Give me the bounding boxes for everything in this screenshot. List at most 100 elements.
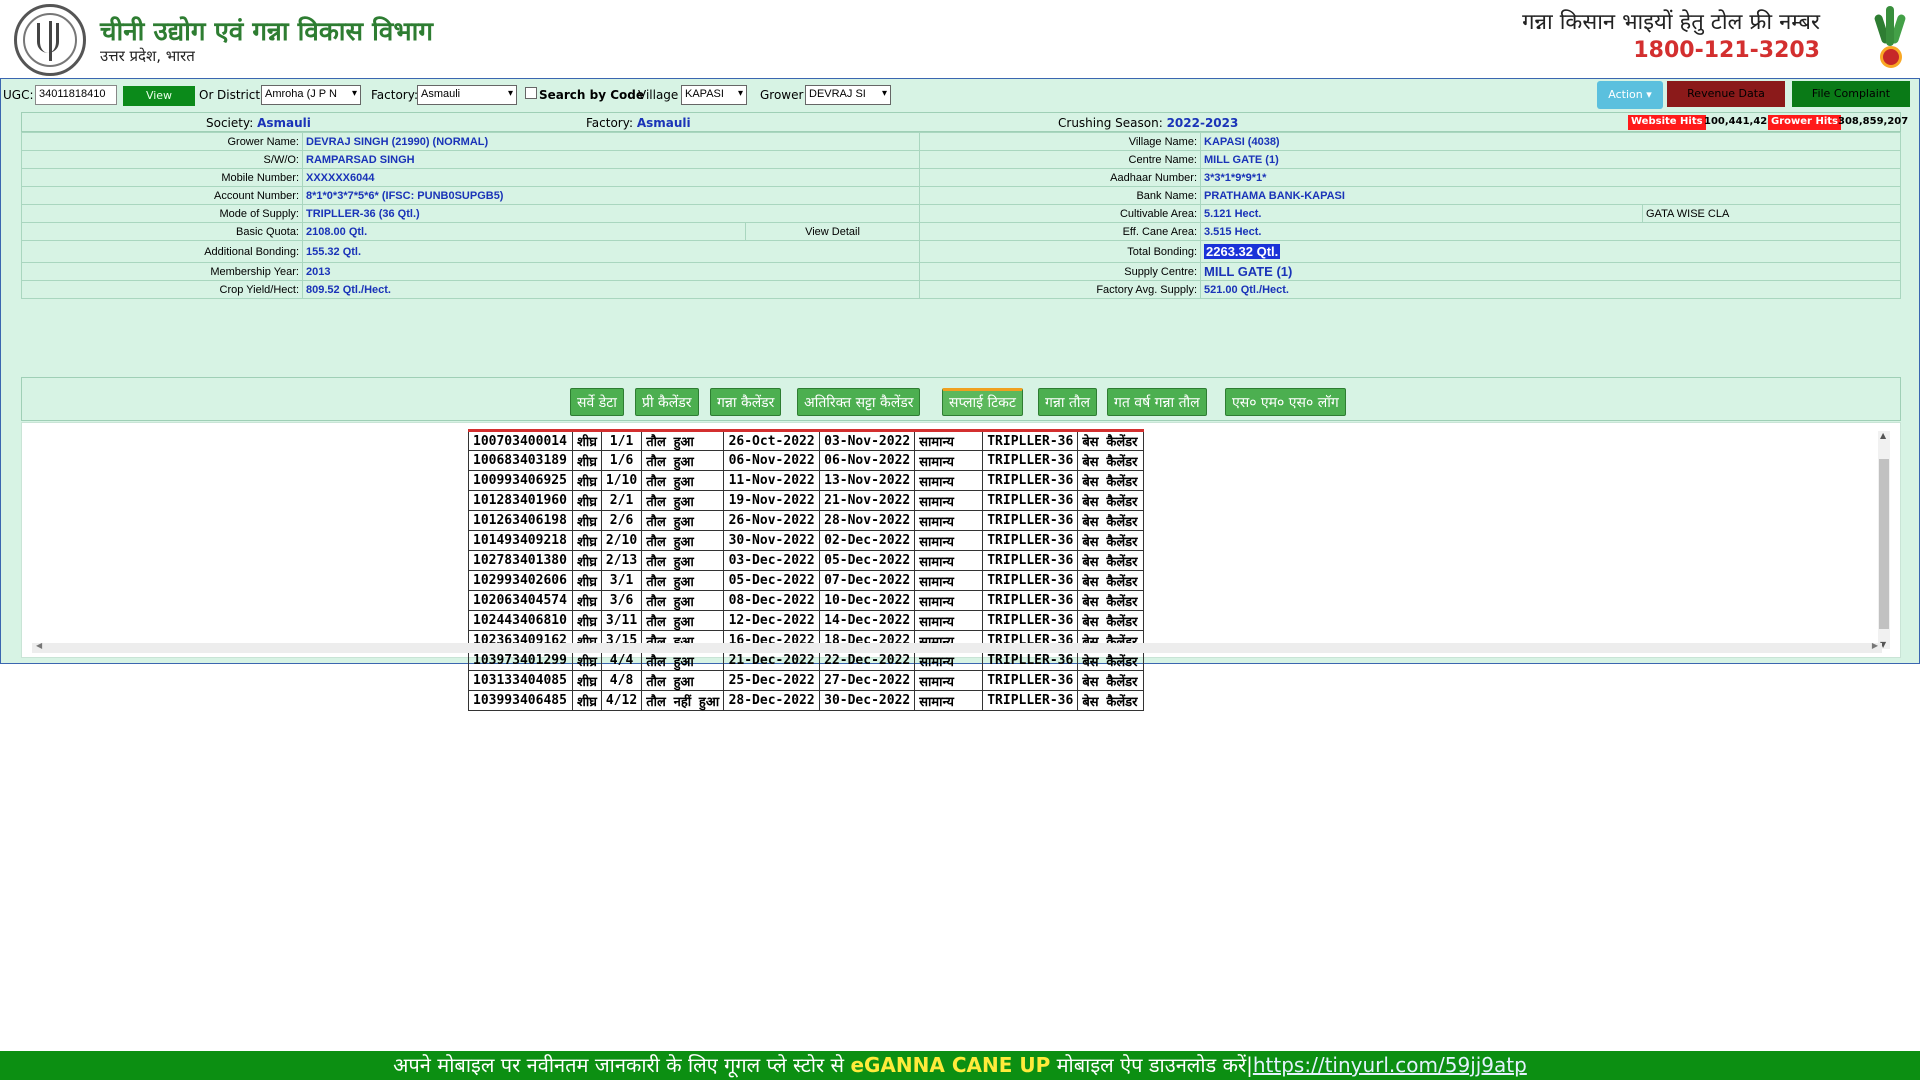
- category-cell: सामान्य: [914, 690, 984, 711]
- issue-date-cell: 25-Dec-2022: [723, 670, 821, 691]
- scrollbar-thumb[interactable]: [1879, 459, 1889, 629]
- footer-banner: अपने मोबाइल पर नवीनतम जानकारी के लिए गूग…: [0, 1051, 1920, 1080]
- village-label: Village: [638, 88, 679, 102]
- calendar-slot-cell: 4/12: [600, 690, 643, 711]
- toll-free-label: गन्ना किसान भाइयों हेतु टोल फ्री नम्बर: [1522, 10, 1820, 35]
- tab-last-year-weighment[interactable]: गत वर्ष गन्ना तौल: [1107, 388, 1207, 416]
- scroll-right-icon[interactable]: ▶: [1872, 641, 1878, 650]
- tab-sms-log[interactable]: एस० एम० एस० लॉग: [1225, 388, 1346, 416]
- tab-supply-ticket[interactable]: सप्लाई टिकट: [942, 388, 1023, 416]
- file-complaint-button[interactable]: File Complaint: [1792, 81, 1910, 107]
- tab-pre-calendar[interactable]: प्री कैलेंडर: [635, 388, 699, 416]
- vertical-scrollbar[interactable]: ▲ ▼: [1878, 431, 1890, 649]
- priority-cell: शीघ्र: [572, 530, 602, 551]
- status-cell: तौल हुआ: [641, 530, 725, 551]
- supply-centre-label: Supply Centre:: [919, 262, 1201, 281]
- total-bonding-value: 2263.32 Qtl.: [1204, 244, 1281, 259]
- table-row: 103133404085 शीघ्र 4/8 तौल हुआ 25-Dec-2022 27…: [468, 670, 1145, 691]
- ticket-number-cell: 102993402606: [468, 570, 573, 591]
- village-name-value: KAPASI (4038): [1200, 132, 1901, 151]
- issue-date-cell: 21-Dec-2022: [723, 650, 821, 671]
- table-row: 101283401960 शीघ्र 2/1 तौल हुआ 19-Nov-2022 21…: [468, 490, 1145, 511]
- main-panel: UGC: 34011818410 View Or District: Amroh…: [0, 78, 1920, 711]
- district-select[interactable]: Amroha (J P N: [261, 85, 361, 105]
- category-cell: सामान्य: [914, 530, 984, 551]
- factory-label: Factory:: [371, 88, 419, 102]
- view-button[interactable]: View: [123, 86, 195, 106]
- ticket-number-cell: 101493409218: [468, 530, 573, 551]
- status-cell: तौल हुआ: [641, 430, 725, 451]
- issue-date-cell: 28-Dec-2022: [723, 690, 821, 711]
- valid-date-cell: 22-Dec-2022: [819, 650, 916, 671]
- status-cell: तौल हुआ: [641, 650, 725, 671]
- issue-date-cell: 08-Dec-2022: [723, 590, 821, 611]
- priority-cell: शीघ्र: [572, 470, 602, 491]
- ticket-number-cell: 103973401299: [468, 650, 573, 671]
- calendar-type-cell: बेस कैलेंडर: [1077, 470, 1145, 491]
- ticket-number-cell: 103993406485: [468, 690, 573, 711]
- status-cell: तौल हुआ: [641, 570, 725, 591]
- calendar-slot-cell: 3/11: [600, 610, 643, 631]
- issue-date-cell: 06-Nov-2022: [723, 450, 821, 471]
- action-dropdown-button[interactable]: Action ▾: [1597, 81, 1663, 109]
- calendar-slot-cell: 3/6: [600, 590, 643, 611]
- crushing-season-label: Crushing Season:: [1058, 116, 1163, 130]
- gata-wise-link[interactable]: GATA WISE CLA: [1642, 204, 1901, 223]
- calendar-slot-cell: 2/6: [600, 510, 643, 531]
- ugc-input[interactable]: 34011818410: [35, 85, 117, 105]
- revenue-data-button[interactable]: Revenue Data: [1667, 81, 1785, 107]
- priority-cell: शीघ्र: [572, 670, 602, 691]
- account-value: 8*1*0*3*7*5*6* (IFSC: PUNB0SUPGB5): [302, 186, 920, 205]
- category-cell: सामान्य: [914, 590, 984, 611]
- caret-down-icon: ▾: [1646, 88, 1652, 101]
- eff-cane-area-value: 3.515 Hect.: [1200, 222, 1901, 241]
- grower-details-table: Grower Name: DEVRAJ SINGH (21990) (NORMA…: [21, 132, 1901, 299]
- footer-text-after: मोबाइल ऐप डाउनलोड करें|: [1056, 1053, 1253, 1077]
- priority-cell: शीघ्र: [572, 610, 602, 631]
- tab-cane-weighment[interactable]: गन्ना तौल: [1038, 388, 1098, 416]
- calendar-slot-cell: 1/6: [600, 450, 643, 471]
- search-by-code-checkbox[interactable]: [525, 87, 537, 99]
- issue-date-cell: 12-Dec-2022: [723, 610, 821, 631]
- supply-centre-value: MILL GATE (1): [1200, 262, 1901, 281]
- swo-value: RAMPARSAD SINGH: [302, 150, 920, 169]
- valid-date-cell: 27-Dec-2022: [819, 670, 916, 691]
- scroll-left-icon[interactable]: ◀: [36, 641, 42, 650]
- view-detail-link[interactable]: View Detail: [745, 222, 920, 241]
- scroll-up-icon[interactable]: ▲: [1880, 431, 1886, 440]
- grower-select[interactable]: DEVRAJ SI: [805, 85, 891, 105]
- supply-mode-cell: TRIPLLER-36: [982, 470, 1079, 491]
- grower-name-value: DEVRAJ SINGH (21990) (NORMAL): [302, 132, 920, 151]
- grower-name-label: Grower Name:: [21, 132, 303, 151]
- table-row: 101263406198 शीघ्र 2/6 तौल हुआ 26-Nov-2022 28…: [468, 510, 1145, 531]
- category-cell: सामान्य: [914, 570, 984, 591]
- issue-date-cell: 26-Nov-2022: [723, 510, 821, 531]
- tab-survey-data[interactable]: सर्वे डेटा: [570, 388, 624, 416]
- summary-row: Society: Asmauli Factory: Asmauli Crushi…: [21, 112, 1908, 132]
- calendar-slot-cell: 2/1: [600, 490, 643, 511]
- calendar-slot-cell: 4/8: [600, 670, 643, 691]
- status-cell: तौल हुआ: [641, 490, 725, 511]
- ticket-number-cell: 100703400014: [468, 430, 573, 451]
- valid-date-cell: 21-Nov-2022: [819, 490, 916, 511]
- horizontal-scrollbar[interactable]: ◀ ▶: [32, 641, 1882, 653]
- factory-avg-supply-label: Factory Avg. Supply:: [919, 280, 1201, 299]
- calendar-type-cell: बेस कैलेंडर: [1077, 670, 1145, 691]
- footer-download-link[interactable]: https://tinyurl.com/59jj9atp: [1253, 1053, 1527, 1077]
- village-select[interactable]: KAPASI: [681, 85, 747, 105]
- category-cell: सामान्य: [914, 450, 984, 471]
- factory-summary-label: Factory:: [586, 116, 634, 130]
- status-cell: तौल नहीं हुआ: [641, 690, 725, 711]
- aadhaar-label: Aadhaar Number:: [919, 168, 1201, 187]
- tab-cane-calendar[interactable]: गन्ना कैलेंडर: [710, 388, 782, 416]
- supply-mode-cell: TRIPLLER-36: [982, 510, 1079, 531]
- tab-additional-calendar[interactable]: अतिरिक्त सट्टा कैलेंडर: [797, 388, 921, 416]
- priority-cell: शीघ्र: [572, 490, 602, 511]
- supply-mode-cell: TRIPLLER-36: [982, 670, 1079, 691]
- status-cell: तौल हुआ: [641, 590, 725, 611]
- calendar-type-cell: बेस कैलेंडर: [1077, 590, 1145, 611]
- eff-cane-area-label: Eff. Cane Area:: [919, 222, 1201, 241]
- category-cell: सामान्य: [914, 470, 984, 491]
- factory-select[interactable]: Asmauli: [417, 85, 517, 105]
- supply-mode-cell: TRIPLLER-36: [982, 430, 1079, 451]
